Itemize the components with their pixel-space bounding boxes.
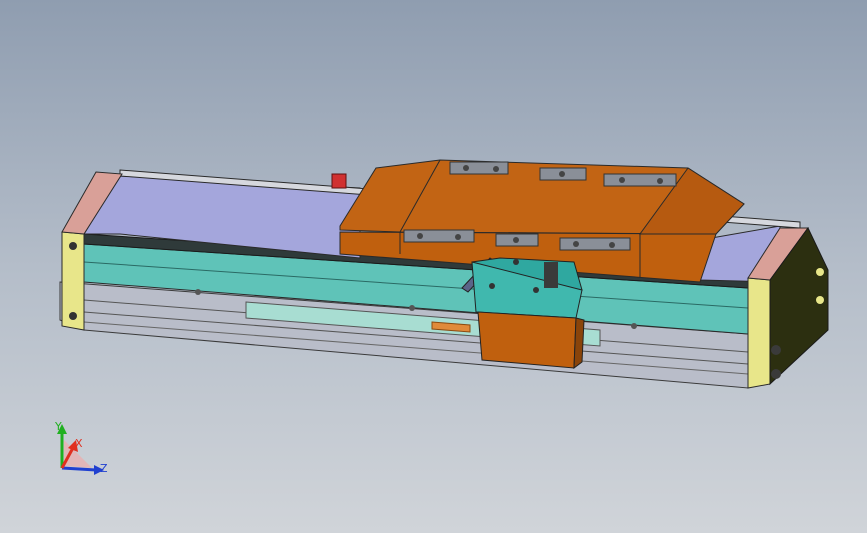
base-hole [409,305,415,311]
screw [559,171,565,177]
x-axis-label: X [75,437,83,450]
right-cap-hole [816,268,824,276]
screw [657,178,663,184]
bracket-lower-block [477,311,577,369]
screw [463,165,469,171]
screw [417,233,423,239]
right-cap-hole [816,296,824,304]
y-axis-label: Y [54,420,62,433]
cad-viewport[interactable]: Y X Z [0,0,867,533]
sensor-bracket [331,173,347,189]
screw [609,242,615,248]
screw [619,177,625,183]
screw [455,234,461,240]
model-canvas[interactable]: Y X Z [0,0,867,533]
bracket-screw [533,287,539,293]
screw [573,241,579,247]
clamp-plate [603,173,677,187]
z-axis-label: Z [100,462,108,475]
z-axis-line [61,466,97,472]
right-end-cap-face [747,277,771,389]
clamp-plate [449,161,509,175]
clamp-plate [559,237,631,251]
right-cap-hole [771,369,781,379]
linear-actuator-model[interactable] [59,159,829,389]
bracket-lower-side [573,317,585,370]
screw [493,166,499,172]
base-hole [631,323,637,329]
bracket-block[interactable] [471,257,585,370]
right-cap-hole [771,345,781,355]
left-cap-hole [69,242,77,250]
base-hole [195,289,201,295]
bracket-screw [513,259,519,265]
left-cap-hole [69,312,77,320]
clamp-plate [403,229,475,243]
coordinate-triad[interactable]: Y X Z [54,420,108,475]
screw [513,237,519,243]
bracket-slot [544,262,558,288]
bracket-screw [489,283,495,289]
